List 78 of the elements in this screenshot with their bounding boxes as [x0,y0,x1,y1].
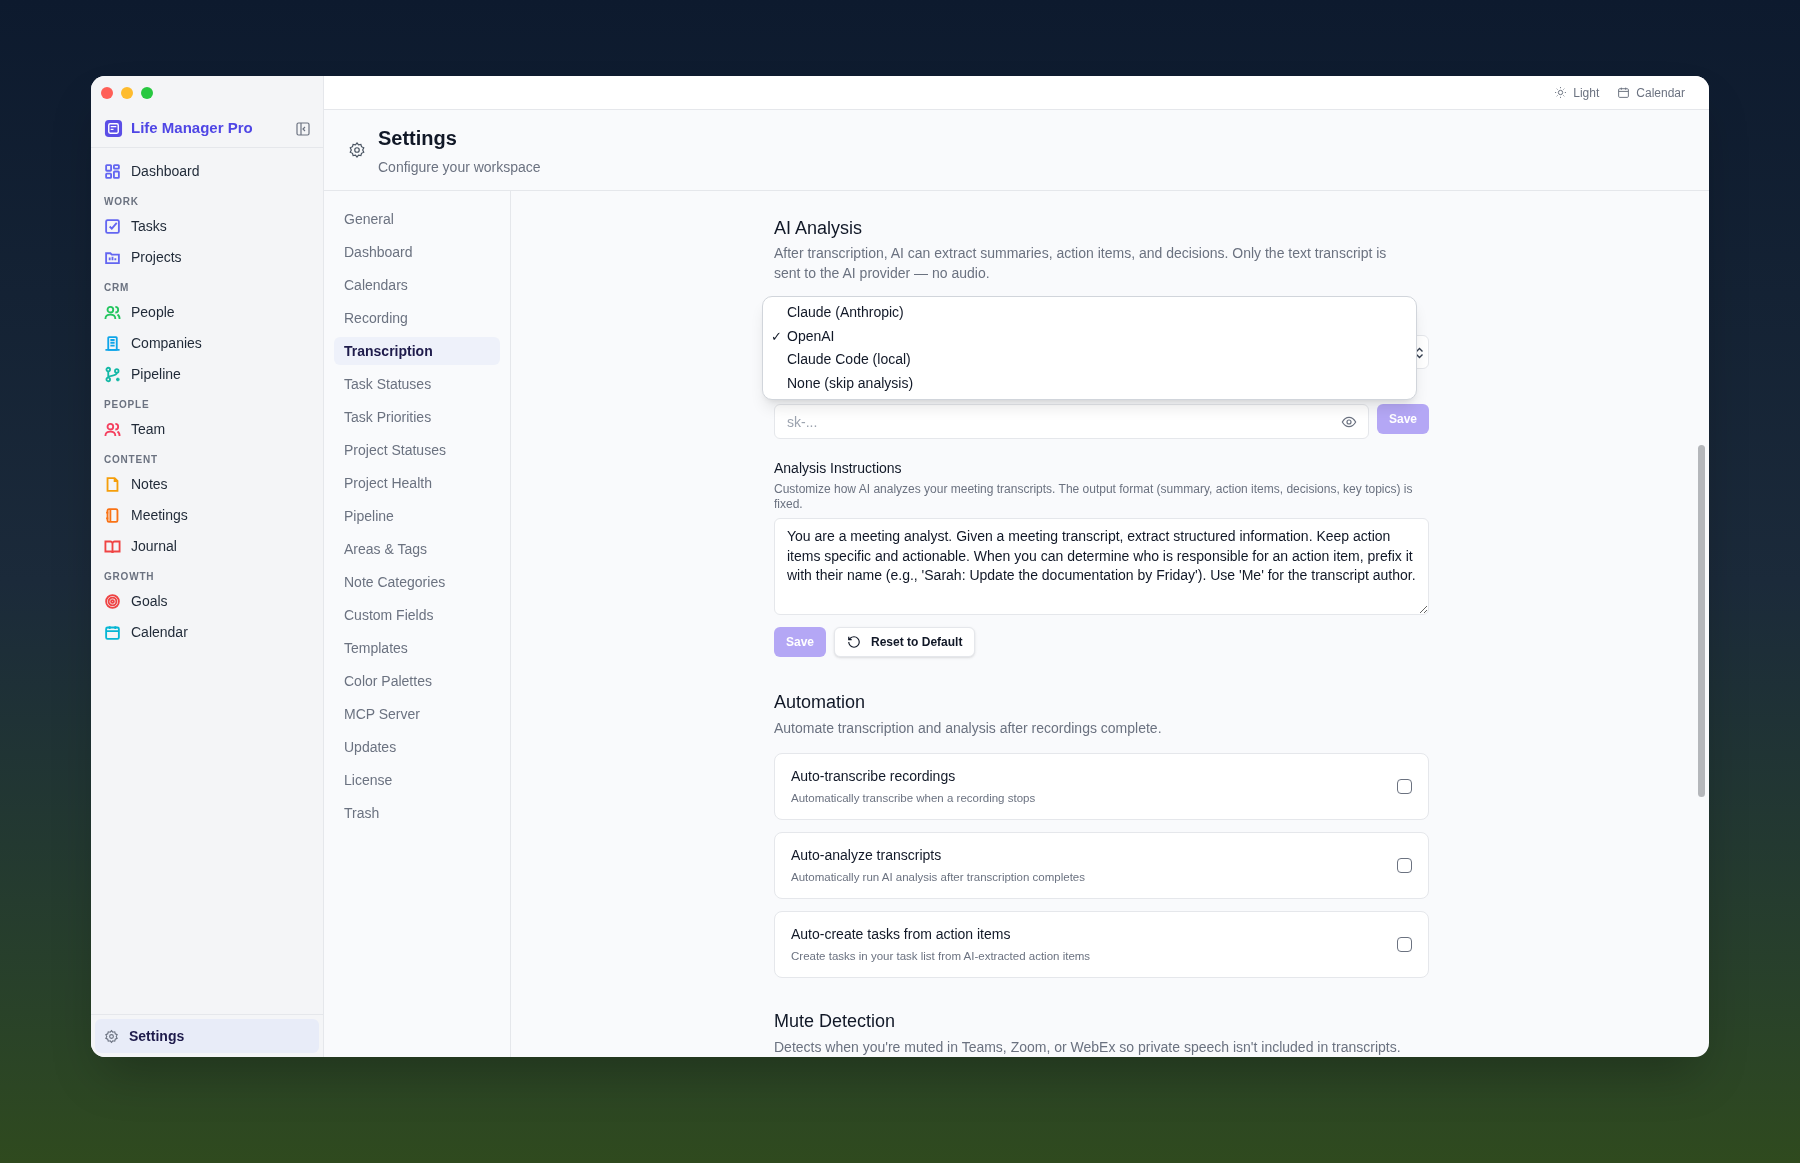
sidebar-item[interactable]: Calendar [101,617,313,648]
sidebar-item[interactable]: Notes [101,469,313,500]
option-title: Auto-transcribe recordings [791,766,957,786]
settings-nav-item[interactable]: Trash [334,799,500,827]
settings-nav-item[interactable]: Project Health [334,469,500,497]
page-title: Settings [378,125,458,151]
reset-button[interactable]: Reset to Default [834,627,976,657]
sidebar-item[interactable]: Projects [101,242,313,273]
settings-icon [348,141,366,159]
section-heading: PEOPLE [103,398,151,412]
section-heading: CONTENT [103,453,159,467]
sidebar-item[interactable]: Companies [101,328,313,359]
instructions-field[interactable]: You are a meeting analyst. Given a meeting transcript, extract structured information. Keep action items specific and actionable. When you can determine who is responsible for an action item, prefix it with their name (e.g., 'Sarah: Update the documentation by Friday'). Use 'Me' for the transcript author. [774,518,1429,615]
section-description: Detects when you're muted in Teams, Zoom, or WebEx so private speech isn't included in transcripts. [774,1038,1402,1057]
scrollbar[interactable] [1698,445,1705,797]
sidebar-item[interactable]: Pipeline [101,359,313,390]
section-title: AI Analysis [774,217,864,240]
reset-icon [847,635,862,649]
sidebar-toggle-icon[interactable] [296,121,310,136]
settings-nav-item[interactable]: Dashboard [334,238,500,266]
settings-nav-item[interactable]: Pipeline [334,502,500,530]
settings-nav-item[interactable]: License [334,766,500,794]
settings-nav-item[interactable]: MCP Server [334,700,500,728]
settings-nav-item[interactable]: Updates [334,733,500,761]
settings-nav-item[interactable]: Areas & Tags [334,535,500,563]
sidebar-item[interactable]: People [101,297,313,328]
sidebar-item[interactable]: Tasks [101,211,313,242]
section-description: After transcription, AI can extract summaries, action items, and decisions. Only the text transcript is sent to the AI provider — no audio. [774,244,1388,283]
option-title: Auto-analyze transcripts [791,845,943,865]
zoom-window-button[interactable] [141,87,153,99]
checkbox[interactable] [1397,779,1412,794]
api-key-field[interactable]: sk-... [774,404,1369,439]
page-subtitle: Configure your workspace [378,157,541,177]
dropdown-option[interactable]: None (skip analysis) [763,371,1416,395]
top-bar-button[interactable]: Calendar [1617,83,1685,102]
calendar-icon [1617,86,1631,99]
check-mark-icon: ✓ [771,326,783,346]
section-title: Automation [774,691,867,714]
sun-icon [1554,86,1568,99]
settings-nav-item[interactable]: Custom Fields [334,601,500,629]
section-heading: CRM [103,281,131,295]
sidebar-item[interactable]: Journal [101,531,313,562]
sidebar-item[interactable]: Team [101,414,313,445]
dropdown-option[interactable]: Claude (Anthropic) [763,301,1416,325]
settings-nav-item[interactable]: Note Categories [334,568,500,596]
settings-nav-item[interactable]: Templates [334,634,500,662]
section-heading: GROWTH [103,570,156,584]
settings-nav-item[interactable]: Calendars [334,271,500,299]
sidebar-item[interactable]: Dashboard [101,156,313,187]
sidebar-item[interactable]: Meetings [101,500,313,531]
option-description: Automatically run AI analysis after transcription completes [791,869,1087,885]
settings-nav-item[interactable]: Transcription [334,337,500,365]
option-description: Automatically transcribe when a recording stops [791,790,1037,806]
field-label: Analysis Instructions [774,459,903,478]
sidebar-item[interactable]: Settings [95,1019,319,1053]
eye-icon[interactable] [1340,414,1357,430]
dropdown-option[interactable]: Claude Code (local) [763,348,1416,372]
top-bar-button[interactable]: Light [1554,83,1600,102]
section-heading: WORK [103,195,140,209]
settings-nav-item[interactable]: Color Palettes [334,667,500,695]
settings-icon [104,1028,119,1044]
settings-nav-item[interactable]: Task Priorities [334,403,500,431]
section-description: Automate transcription and analysis after recordings complete. [774,719,1163,738]
field-hint: Customize how AI analyzes your meeting transcripts. The output format (summary, action items, decisions, key topics) is fixed. [774,482,1414,512]
app-name: Life Manager Pro [131,118,254,139]
sidebar-item[interactable]: Goals [101,586,313,617]
settings-nav-item[interactable]: Task Statuses [334,370,500,398]
checkbox[interactable] [1397,858,1412,873]
settings-nav-item[interactable]: Project Statuses [334,436,500,464]
dropdown-option[interactable]: ✓ OpenAI [763,324,1416,348]
option-title: Auto-create tasks from action items [791,924,1012,944]
settings-nav-item[interactable]: General [334,205,500,233]
checkbox[interactable] [1397,937,1412,952]
close-window-button[interactable] [101,87,113,99]
section-title: Mute Detection [774,1010,897,1033]
settings-nav-item[interactable]: Recording [334,304,500,332]
app-logo-icon [104,119,123,138]
option-description: Create tasks in your task list from AI-extracted action items [791,948,1092,964]
